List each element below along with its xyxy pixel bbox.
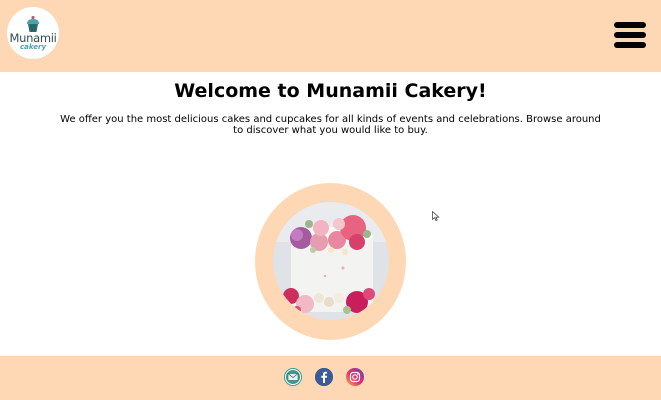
email-link[interactable] (284, 368, 302, 386)
facebook-link[interactable] (315, 368, 333, 386)
logo-subtitle: cakery (19, 43, 47, 51)
site-logo[interactable]: Munamii cakery (7, 7, 59, 59)
mouse-cursor (432, 206, 440, 221)
email-icon (285, 369, 301, 385)
intro-text: We offer you the most delicious cakes an… (60, 114, 601, 136)
instagram-link[interactable] (346, 368, 364, 386)
hamburger-menu-button[interactable] (614, 22, 646, 48)
flower-cake-image (273, 202, 389, 320)
instagram-icon (346, 368, 364, 386)
page-title: Welcome to Munamii Cakery! (174, 80, 487, 102)
facebook-icon (315, 368, 333, 386)
site-header: Munamii cakery (0, 0, 661, 72)
